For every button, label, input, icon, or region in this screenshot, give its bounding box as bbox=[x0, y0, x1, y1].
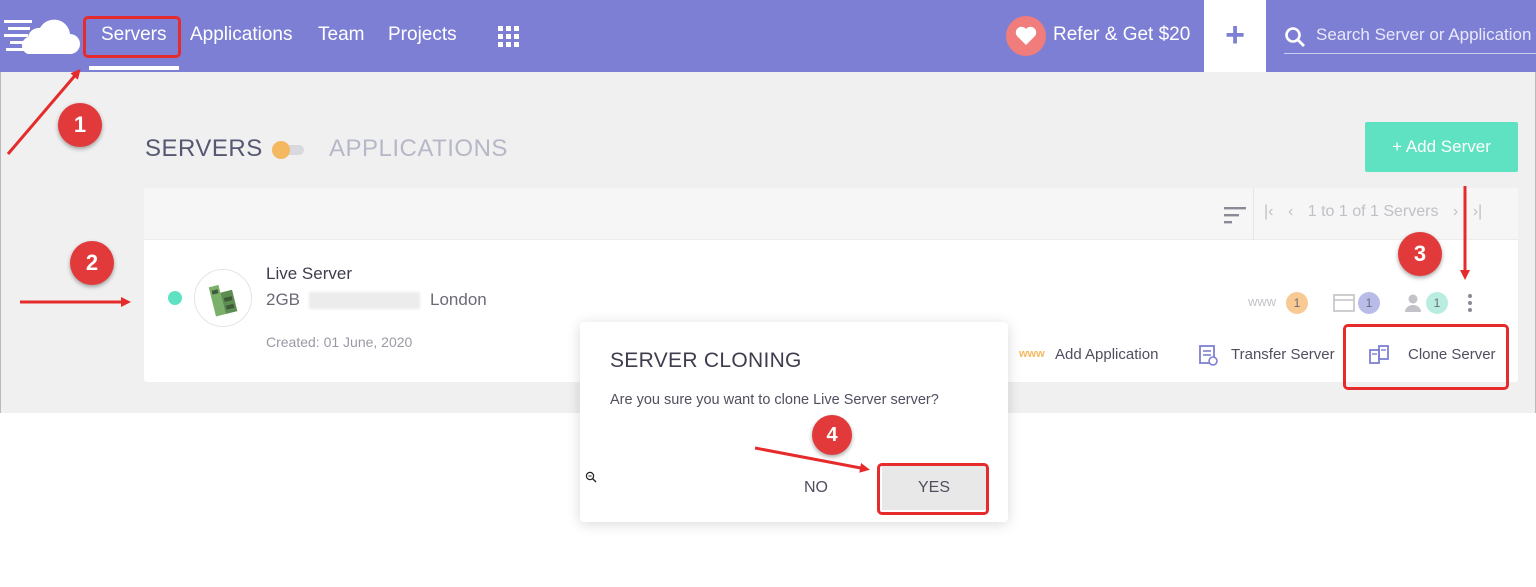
apps-stat[interactable]: 1 bbox=[1333, 292, 1393, 314]
cloudways-logo[interactable] bbox=[4, 14, 80, 58]
search-box bbox=[1284, 18, 1536, 54]
zoom-out-icon bbox=[585, 471, 597, 483]
step-marker-2: 2 bbox=[70, 241, 114, 285]
nav-active-indicator bbox=[89, 66, 179, 70]
applications-view-label[interactable]: APPLICATIONS bbox=[329, 135, 508, 163]
step-marker-4: 4 bbox=[812, 415, 852, 455]
pagination: |‹ ‹ 1 to 1 of 1 Servers › ›| bbox=[1264, 203, 1492, 221]
highlight-clone-server bbox=[1343, 324, 1509, 390]
www-icon: www bbox=[1019, 348, 1045, 360]
status-indicator bbox=[168, 291, 182, 305]
server-location: London bbox=[430, 290, 487, 309]
server-provider-logo bbox=[194, 269, 252, 327]
apps-count: 1 bbox=[1358, 292, 1380, 314]
files-icon bbox=[1333, 294, 1355, 312]
websites-stat[interactable]: www 1 bbox=[1248, 292, 1310, 314]
prev-page-icon[interactable]: ‹ bbox=[1288, 203, 1293, 220]
www-icon: www bbox=[1248, 294, 1277, 309]
heart-icon[interactable] bbox=[1006, 16, 1046, 56]
page-title: SERVERS bbox=[145, 135, 263, 162]
highlight-servers-nav bbox=[83, 16, 181, 58]
nav-projects[interactable]: Projects bbox=[388, 24, 457, 46]
search-input[interactable] bbox=[1316, 22, 1536, 48]
add-application-action[interactable]: Add Application bbox=[1055, 346, 1158, 363]
server-created-date: Created: 01 June, 2020 bbox=[266, 334, 413, 350]
server-name[interactable]: Live Server bbox=[266, 264, 352, 284]
step-marker-3: 3 bbox=[1398, 232, 1442, 276]
dialog-title: SERVER CLONING bbox=[610, 349, 802, 372]
last-page-icon[interactable]: ›| bbox=[1473, 203, 1482, 220]
pagination-text: 1 to 1 of 1 Servers bbox=[1307, 203, 1439, 220]
nav-applications[interactable]: Applications bbox=[190, 24, 292, 46]
first-page-icon[interactable]: |‹ bbox=[1264, 203, 1273, 220]
view-toggle[interactable] bbox=[272, 140, 304, 160]
search-icon bbox=[1285, 27, 1305, 47]
next-page-icon[interactable]: › bbox=[1453, 203, 1458, 220]
sort-icon[interactable] bbox=[1224, 206, 1246, 224]
quick-add-button[interactable]: + bbox=[1204, 0, 1266, 72]
add-server-button[interactable]: + Add Server bbox=[1365, 122, 1518, 172]
websites-count: 1 bbox=[1286, 292, 1308, 314]
team-count: 1 bbox=[1426, 292, 1448, 314]
dialog-message: Are you sure you want to clone Live Serv… bbox=[610, 392, 939, 408]
transfer-server-action[interactable]: Transfer Server bbox=[1231, 346, 1335, 363]
step-marker-1: 1 bbox=[58, 103, 102, 147]
server-size: 2GB bbox=[266, 290, 301, 309]
transfer-server-icon bbox=[1199, 345, 1218, 366]
apps-grid-icon[interactable] bbox=[498, 26, 519, 47]
nav-team[interactable]: Team bbox=[318, 24, 364, 46]
list-header: |‹ ‹ 1 to 1 of 1 Servers › ›| bbox=[144, 188, 1518, 240]
page: Servers Applications Team Projects Refer… bbox=[0, 0, 1536, 587]
highlight-yes-button bbox=[877, 463, 989, 515]
user-icon bbox=[1405, 294, 1421, 312]
team-stat[interactable]: 1 bbox=[1404, 292, 1448, 314]
refer-link[interactable]: Refer & Get $20 bbox=[1053, 24, 1190, 46]
no-button[interactable]: NO bbox=[780, 466, 852, 510]
server-ip-redacted bbox=[309, 292, 420, 309]
top-nav: Servers Applications Team Projects Refer… bbox=[0, 0, 1536, 72]
more-options-icon[interactable] bbox=[1468, 294, 1472, 312]
plus-icon: + bbox=[1225, 16, 1245, 54]
